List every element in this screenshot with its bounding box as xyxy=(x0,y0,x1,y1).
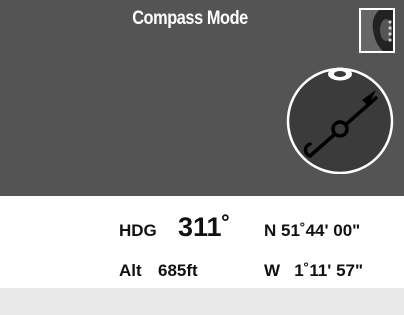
longitude-value: W 1˚11' 57" xyxy=(264,261,364,280)
compass-screen: Compass Mode HDG 311˚ N 51˚44' 00" Alt 6… xyxy=(0,0,404,315)
info-panel: HDG 311˚ N 51˚44' 00" Alt 685ft W 1˚11' … xyxy=(0,196,404,288)
heading-value: 311˚ xyxy=(178,212,231,242)
altitude-value: 685ft xyxy=(158,261,198,280)
altitude-label: Alt xyxy=(119,261,142,280)
page-title: Compass Mode xyxy=(132,8,248,29)
map-thumbnail-button[interactable] xyxy=(359,8,395,53)
compass-needle-icon xyxy=(286,67,394,174)
heading-label: HDG xyxy=(119,221,157,240)
map-thumbnail-icon xyxy=(361,10,393,51)
compass-panel: Compass Mode xyxy=(0,0,404,196)
footer-bar xyxy=(0,288,404,315)
latitude-value: N 51˚44' 00" xyxy=(264,221,361,240)
